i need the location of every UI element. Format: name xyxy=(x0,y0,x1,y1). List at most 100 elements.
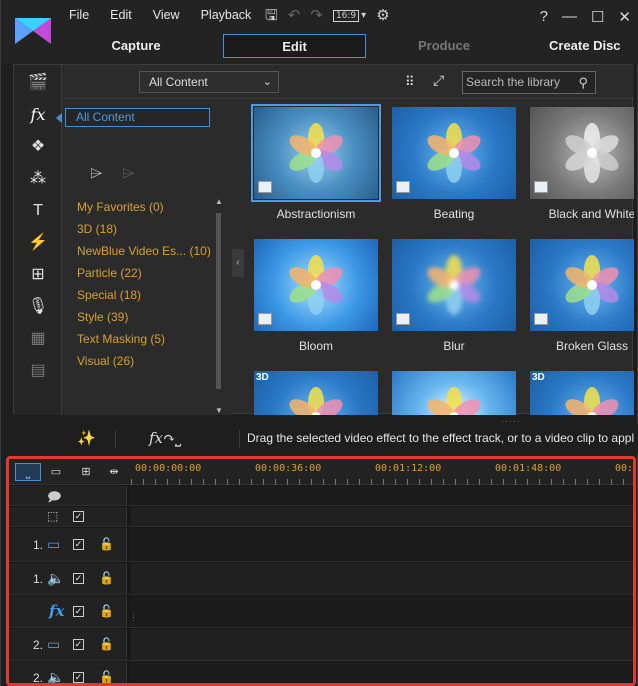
gear-icon[interactable]: ⚙ xyxy=(376,7,389,25)
track-lane[interactable] xyxy=(131,528,633,561)
redo-icon[interactable]: ↷ xyxy=(310,7,323,25)
effect-tile-blur[interactable]: Blur xyxy=(392,239,516,353)
title-room-icon[interactable]: T xyxy=(26,199,50,223)
expand-library-icon[interactable]: ⤢ xyxy=(433,72,444,89)
effect-thumbnail xyxy=(251,104,381,202)
flower-center xyxy=(449,148,459,158)
effect-tile-bloom[interactable]: Bloom xyxy=(254,239,378,353)
video-track-2: 2. ▭ ✓ 🔓 xyxy=(9,629,633,661)
particle-room-icon[interactable]: ⁂ xyxy=(26,167,50,191)
menu-playback[interactable]: Playback xyxy=(201,8,252,22)
lock-icon[interactable]: 🔓 xyxy=(99,637,114,651)
menu-edit[interactable]: Edit xyxy=(110,8,132,22)
effect-tile-abstractionism[interactable]: Abstractionism xyxy=(251,104,381,221)
lock-icon[interactable]: 🔓 xyxy=(99,670,114,683)
track-enable-checkbox[interactable]: ✓ xyxy=(73,573,84,584)
add-tag-icon[interactable]: ⌲ xyxy=(90,165,102,183)
add-effect-to-track-icon[interactable]: fx↷⎵ xyxy=(149,429,182,447)
chapter-room-icon[interactable]: ▦ xyxy=(26,327,50,351)
effect-name: Blur xyxy=(443,339,465,353)
chevron-down-icon[interactable]: ▾ xyxy=(361,7,366,25)
close-button[interactable]: ✕ xyxy=(618,8,631,26)
collapse-panel-button[interactable]: ‹ xyxy=(232,249,244,277)
help-button[interactable]: ? xyxy=(540,8,548,26)
category-item[interactable]: My Favorites (0) xyxy=(77,196,211,218)
category-item[interactable]: NewBlue Video Es... (10) xyxy=(77,240,211,262)
divider xyxy=(239,430,240,448)
voice-over-room-icon[interactable]: 🎙 xyxy=(26,295,50,319)
scroll-up-icon[interactable]: ▲ xyxy=(215,197,223,206)
track-lane[interactable] xyxy=(131,563,633,594)
timeline-view-button[interactable]: ⎵ xyxy=(15,463,41,481)
maximize-button[interactable]: ☐ xyxy=(591,8,604,26)
lock-icon[interactable]: 🔓 xyxy=(99,604,114,618)
fit-timeline-icon[interactable]: ⇹ xyxy=(103,463,125,481)
storyboard-view-button[interactable]: ▭ xyxy=(45,463,67,481)
effect-tile[interactable]: 3D xyxy=(530,371,634,415)
effect-tile[interactable]: 3D xyxy=(254,371,378,415)
track-enable-checkbox[interactable]: ✓ xyxy=(73,539,84,550)
scroll-down-icon[interactable]: ▼ xyxy=(215,406,223,415)
save-icon[interactable]: 🖫 xyxy=(265,7,278,25)
magic-wand-icon[interactable]: ✨ xyxy=(77,429,96,447)
transition-room-icon[interactable]: ⚡ xyxy=(26,231,50,255)
category-item[interactable]: Visual (26) xyxy=(77,350,211,372)
track-enable-checkbox[interactable]: ✓ xyxy=(73,511,84,522)
category-item[interactable]: Particle (22) xyxy=(77,262,211,284)
track-enable-checkbox[interactable]: ✓ xyxy=(73,606,84,617)
subtitle-room-icon[interactable]: ▤ xyxy=(26,359,50,383)
content-filter-dropdown[interactable]: All Content ⌄ xyxy=(139,71,279,93)
remove-tag-icon[interactable]: ⌲ xyxy=(122,165,134,183)
category-item[interactable]: Style (39) xyxy=(77,306,211,328)
menu-view[interactable]: View xyxy=(153,8,180,22)
aspect-ratio-button[interactable]: 16:9 xyxy=(332,10,360,22)
category-all-content[interactable]: All Content xyxy=(65,108,210,127)
tab-produce[interactable]: Produce xyxy=(401,34,487,58)
track-lane[interactable] xyxy=(131,629,633,660)
title-bar: File Edit View Playback 🖫 ↶ ↷ 16:9 ▾ ⚙ ?… xyxy=(1,0,638,64)
effects-grid: Abstractionism Beating Black and White B… xyxy=(246,99,634,415)
audio-track-icon: 🔈 xyxy=(47,669,65,685)
fx-room-icon[interactable]: fx xyxy=(26,103,50,127)
category-item[interactable]: Text Masking (5) xyxy=(77,328,211,350)
menu-bar: File Edit View Playback xyxy=(69,8,272,22)
track-lane[interactable] xyxy=(131,662,633,683)
track-resize-grip[interactable]: ⋮ xyxy=(129,612,138,623)
timeline-ruler[interactable]: 00:00:00:00 00:00:36:00 00:01:12:00 00:0… xyxy=(131,459,633,485)
track-lane[interactable] xyxy=(131,596,633,627)
lock-icon[interactable]: 🔓 xyxy=(99,571,114,585)
audio-mixing-room-icon[interactable]: ⊞ xyxy=(26,263,50,287)
category-item[interactable]: Special (18) xyxy=(77,284,211,306)
track-lane[interactable] xyxy=(131,486,633,505)
category-scrollbar[interactable]: ▲ ▼ xyxy=(215,197,223,415)
effect-tile-broken-glass[interactable]: Broken Glass xyxy=(530,239,634,353)
minimize-button[interactable]: — xyxy=(562,8,577,26)
track-enable-checkbox[interactable]: ✓ xyxy=(73,672,84,683)
media-room-icon[interactable]: 🎬 xyxy=(26,71,50,95)
track-lane[interactable] xyxy=(131,507,633,526)
search-input[interactable]: Search the library ⚲ xyxy=(462,71,596,94)
tab-create-disc[interactable]: Create Disc xyxy=(549,34,638,58)
audio-track-icon: 🔈 xyxy=(47,570,65,586)
effect-tile-beating[interactable]: Beating xyxy=(392,107,516,221)
scroll-thumb[interactable] xyxy=(216,213,221,389)
tab-edit[interactable]: Edit xyxy=(223,34,366,58)
effect-name: Beating xyxy=(433,207,475,221)
lock-icon[interactable]: 🔓 xyxy=(99,537,114,551)
search-icon[interactable]: ⚲ xyxy=(578,72,588,93)
track-manager-icon[interactable]: ⊞ xyxy=(75,463,97,481)
subtitle-icon[interactable]: ⬚ xyxy=(47,509,58,523)
pip-room-icon[interactable]: ❖ xyxy=(26,135,50,159)
view-grid-icon[interactable]: ⠿ xyxy=(405,74,415,90)
tab-capture[interactable]: Capture xyxy=(91,34,181,58)
category-item[interactable]: 3D (18) xyxy=(77,218,211,240)
track-enable-checkbox[interactable]: ✓ xyxy=(73,639,84,650)
effect-tile[interactable] xyxy=(392,371,516,415)
timeline-panel: ⎵ ▭ ⊞ ⇹ 00:00:00:00 00:00:36:00 00:01:12… xyxy=(6,456,636,686)
undo-icon[interactable]: ↶ xyxy=(288,7,301,25)
track-number: 2. xyxy=(33,671,44,685)
video-badge-icon xyxy=(258,181,272,193)
effect-tile-black-and-white[interactable]: Black and White xyxy=(530,107,634,221)
menu-file[interactable]: File xyxy=(69,8,89,22)
app-window: File Edit View Playback 🖫 ↶ ↷ 16:9 ▾ ⚙ ?… xyxy=(0,0,638,686)
